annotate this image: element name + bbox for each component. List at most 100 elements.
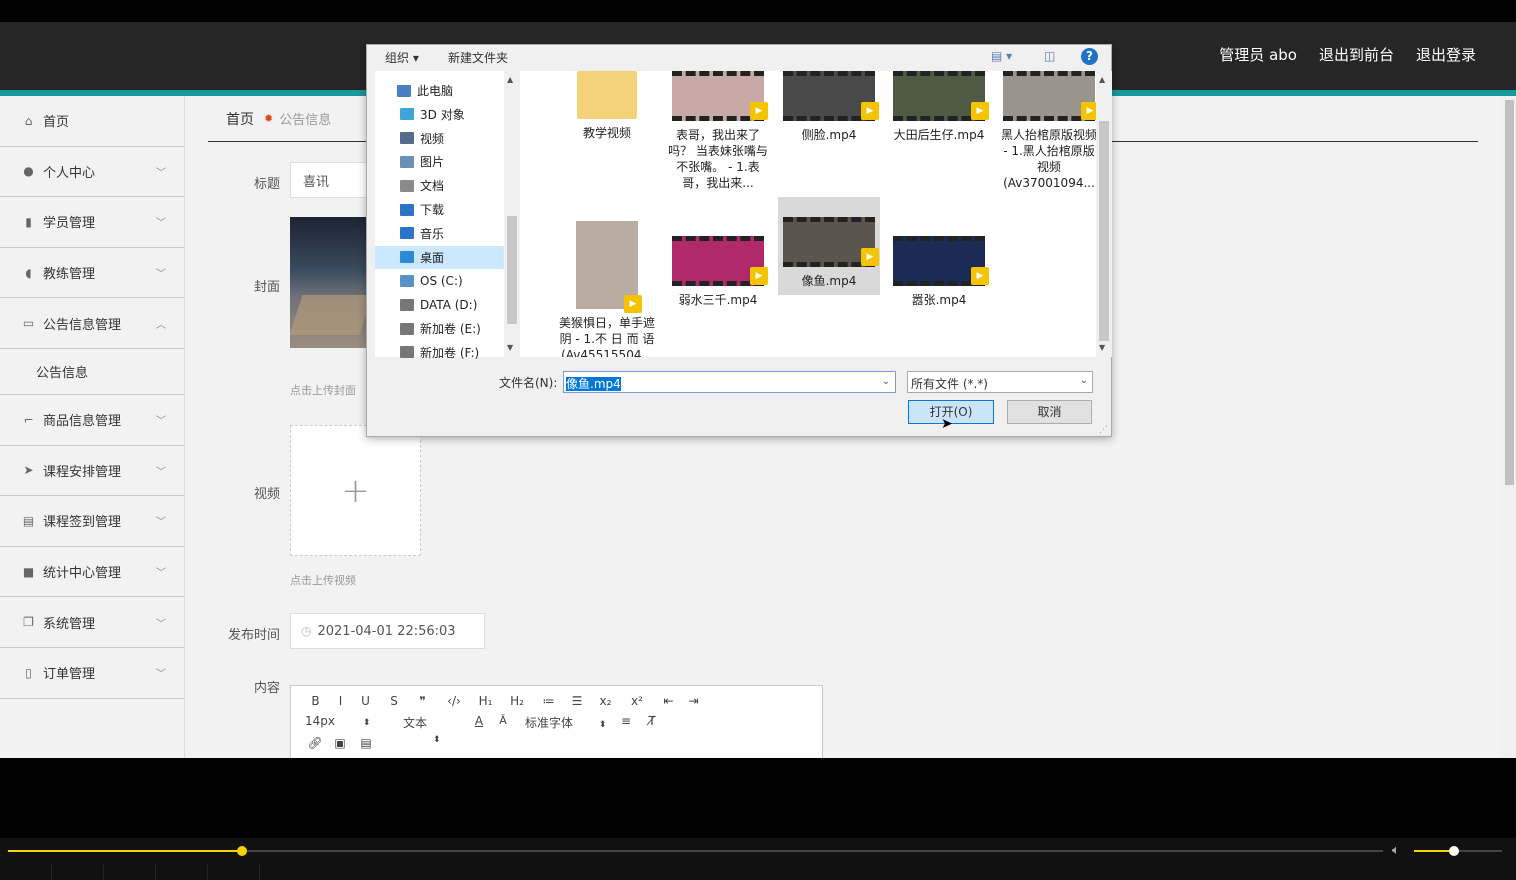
subscript-icon[interactable]: x₂ — [593, 694, 618, 708]
bullet-list-icon[interactable]: ☰ — [561, 694, 593, 708]
editor-toolbar-row-3: 🔗︎ ▣ ▤ — [303, 736, 379, 750]
volume-handle[interactable] — [1448, 846, 1459, 856]
nav-item-2[interactable]: 视频 — [375, 127, 505, 150]
file-item[interactable]: ▶ 弱水三千.mp4 — [667, 236, 769, 308]
file-item[interactable]: ▶ 侧脸.mp4 — [778, 71, 880, 143]
sidebar-item-9[interactable]: ❐ 系统管理 ﹀ — [0, 597, 184, 648]
sidebar-item-7[interactable]: ▤ 课程签到管理 ﹀ — [0, 496, 184, 547]
scroll-down-icon[interactable]: ▼ — [507, 343, 513, 352]
volume-icon[interactable]: 🔈︎ — [1392, 843, 1400, 858]
seek-bar[interactable] — [8, 846, 1383, 856]
text-type-select[interactable]: 文本 ⬍ — [381, 714, 467, 745]
nav-item-7[interactable]: 桌面 — [375, 245, 505, 269]
nav-item-11[interactable]: 新加卷 (F:) — [375, 341, 505, 364]
sidebar-item-5[interactable]: ⌐ 商品信息管理 ﹀ — [0, 395, 184, 446]
ordered-list-icon[interactable]: ≔ — [536, 694, 561, 708]
to-front-link[interactable]: 退出到前台 — [1319, 44, 1394, 65]
nav-item-4[interactable]: 文档 — [375, 174, 505, 197]
date-picker[interactable]: ◷ 2021-04-01 22:56:03 — [290, 613, 485, 649]
player-control-1[interactable] — [0, 864, 52, 880]
resize-grip-icon[interactable]: ⋰ — [1099, 425, 1108, 435]
send-icon: ➤ — [23, 463, 34, 478]
file-item[interactable]: ▶ 美猴惧日，单手遮阴 - 1.不 日 而 语 (Av45515504... — [556, 199, 658, 357]
bold-icon[interactable]: B — [303, 694, 328, 708]
volume-slider[interactable] — [1414, 846, 1502, 856]
nav-item-9[interactable]: DATA (D:) — [375, 293, 505, 316]
preview-pane-icon[interactable]: ◫ — [1044, 49, 1055, 63]
nav-item-8[interactable]: OS (C:) — [375, 269, 505, 292]
file-list-scrollbar[interactable]: ▲ ▼ — [1096, 71, 1112, 357]
navigation-scrollbar[interactable]: ▲ ▼ — [504, 71, 520, 357]
player-control-5[interactable] — [208, 864, 260, 880]
h2-icon[interactable]: H₂ — [498, 694, 536, 708]
seek-handle[interactable] — [236, 846, 247, 856]
background-color-icon[interactable]: Ā — [491, 714, 515, 745]
superscript-icon[interactable]: x² — [618, 694, 656, 708]
scroll-up-icon[interactable]: ▲ — [507, 75, 513, 84]
scroll-down-icon[interactable]: ▼ — [1099, 343, 1105, 352]
file-item[interactable]: ▶ 表哥，我出来了吗？ 当表妹张嘴与不张嘴。 - 1.表哥，我出来... — [667, 71, 769, 191]
outdent-icon[interactable]: ⇤ — [656, 694, 681, 708]
sidebar-subitem-announcements[interactable]: 公告信息 — [0, 349, 184, 395]
strike-icon[interactable]: S — [378, 694, 410, 708]
font-family-select[interactable]: 标准字体 ⬍ — [515, 714, 613, 745]
h1-icon[interactable]: H₁ — [473, 694, 498, 708]
video-icon[interactable]: ▤ — [353, 736, 379, 750]
sidebar-item-3[interactable]: ◖ 教练管理 ﹀ — [0, 248, 184, 299]
image-icon[interactable]: ▣ — [327, 736, 353, 750]
filetype-select[interactable]: 所有文件 (*.*) ⌄ — [907, 371, 1093, 393]
file-item[interactable]: 教学视频 — [556, 71, 658, 141]
code-icon[interactable]: ‹/› — [435, 694, 473, 708]
cancel-button[interactable]: 取消 — [1007, 400, 1092, 424]
video-upload-box[interactable]: + — [290, 425, 421, 556]
link-icon[interactable]: 🔗︎ — [303, 736, 327, 750]
underline-icon[interactable]: U — [353, 694, 378, 708]
nav-item-1[interactable]: 3D 对象 — [375, 103, 505, 126]
page-scrollbar-thumb[interactable] — [1505, 100, 1514, 485]
player-control-3[interactable] — [104, 864, 156, 880]
quote-icon[interactable]: ❞ — [410, 694, 435, 708]
breadcrumb-home[interactable]: 首页 — [226, 109, 254, 129]
player-badge-icon: ▶ — [624, 295, 642, 313]
nav-item-6[interactable]: 音乐 — [375, 222, 505, 245]
align-icon[interactable]: ≡ — [613, 714, 639, 745]
file-item[interactable]: ▶ 大田后生仔.mp4 — [888, 71, 990, 143]
player-control-2[interactable] — [52, 864, 104, 880]
sidebar-item-label: 统计中心管理 — [43, 566, 122, 582]
sidebar-item-1[interactable]: ● 个人中心 ﹀ — [0, 147, 184, 198]
chevron-down-icon[interactable]: ⌄ — [877, 372, 895, 392]
page-scrollbar[interactable] — [1502, 96, 1516, 758]
nav-item-label: OS (C:) — [420, 273, 463, 288]
font-color-icon[interactable]: A — [467, 714, 491, 745]
navigation-scroll-thumb[interactable] — [507, 216, 517, 324]
help-icon[interactable]: ? — [1081, 48, 1098, 65]
scroll-up-icon[interactable]: ▲ — [1099, 75, 1105, 84]
sidebar-item-4[interactable]: ▭ 公告信息管理 ︿ — [0, 298, 184, 349]
nav-item-10[interactable]: 新加卷 (E:) — [375, 317, 505, 340]
sidebar-item-6[interactable]: ➤ 课程安排管理 ﹀ — [0, 446, 184, 497]
sidebar-item-label: 教练管理 — [43, 267, 96, 283]
sidebar-item-8[interactable]: ■ 统计中心管理 ﹀ — [0, 547, 184, 598]
organize-button[interactable]: 组织 ▾ — [385, 49, 419, 66]
sidebar-item-10[interactable]: ▯ 订单管理 ﹀ — [0, 648, 184, 699]
filename-input[interactable]: 像鱼.mp4 — [563, 371, 896, 393]
clear-format-icon[interactable]: T̸ — [639, 714, 665, 745]
file-item[interactable]: ▶ 黑人抬棺原版视频 - 1.黑人抬棺原版视频 (Av37001094... — [998, 71, 1096, 191]
player-control-4[interactable] — [156, 864, 208, 880]
nav-item-5[interactable]: 下载 — [375, 198, 505, 221]
sidebar-item-0[interactable]: ⌂ 首页 — [0, 96, 184, 147]
logout-link[interactable]: 退出登录 — [1416, 44, 1476, 65]
file-name: 像鱼.mp4 — [801, 274, 857, 288]
cover-image[interactable] — [290, 217, 370, 348]
file-item[interactable]: ▶ 像鱼.mp4 — [778, 197, 880, 295]
nav-item-0[interactable]: 此电脑 — [375, 79, 505, 102]
file-item[interactable]: ▶ 嚣张.mp4 — [888, 236, 990, 308]
nav-item-3[interactable]: 图片 — [375, 150, 505, 173]
new-folder-button[interactable]: 新建文件夹 — [448, 49, 508, 66]
file-list-scroll-thumb[interactable] — [1099, 121, 1109, 341]
italic-icon[interactable]: I — [328, 694, 353, 708]
indent-icon[interactable]: ⇥ — [681, 694, 706, 708]
rich-text-editor[interactable]: B I U S ❞ ‹/› H₁ H₂ ≔ ☰ x₂ x² ⇤ ⇥ 14px ⬍ 文本 ⬍ A Ā 标准字… — [290, 685, 823, 758]
sidebar-item-2[interactable]: ▮ 学员管理 ﹀ — [0, 197, 184, 248]
view-menu-icon[interactable]: ▤ ▾ — [991, 49, 1012, 63]
